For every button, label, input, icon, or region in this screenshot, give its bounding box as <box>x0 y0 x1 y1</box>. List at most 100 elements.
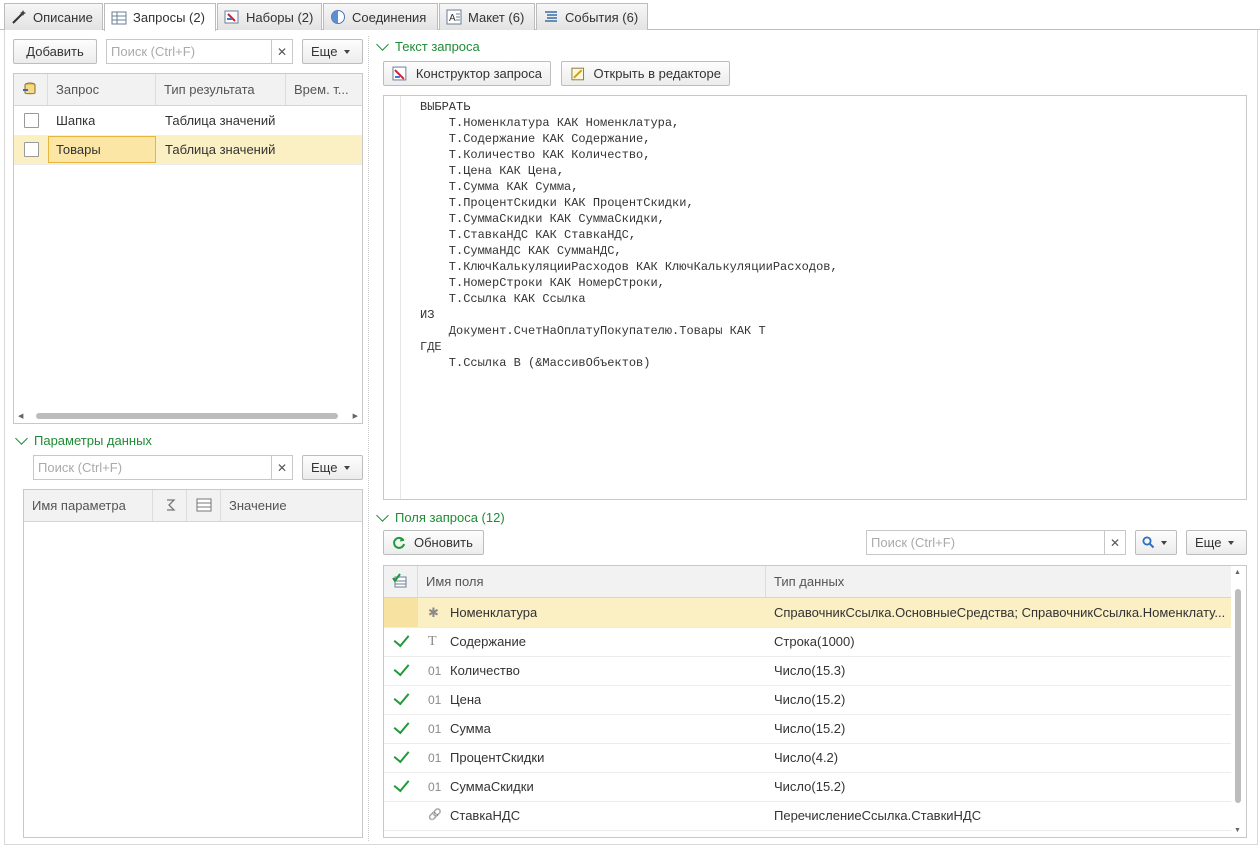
table-row[interactable]: ✱ Номенклатура СправочникСсылка.ОсновныеСр… <box>384 598 1231 628</box>
number-type-icon: 01 <box>428 693 442 707</box>
scrollbar-thumb[interactable] <box>1235 589 1241 803</box>
column-header-param-name[interactable]: Имя параметра <box>24 490 153 521</box>
refresh-icon <box>393 536 405 549</box>
fields-title: Поля запроса (12) <box>395 510 505 525</box>
tab-label: Соединения <box>352 9 427 25</box>
more-label: Еще <box>1195 535 1222 550</box>
query-text-editor[interactable]: ВЫБРАТЬ Т.Номенклатура КАК Номенклатура,… <box>383 95 1247 500</box>
splitter[interactable] <box>368 36 369 841</box>
field-name: ПроцентСкидки <box>450 750 545 765</box>
scroll-up-icon[interactable]: ▲ <box>1234 569 1241 576</box>
params-section-header[interactable]: Параметры данных <box>15 432 152 448</box>
column-header-field-name[interactable]: Имя поля <box>418 566 766 597</box>
column-header-temp-table[interactable]: Врем. т... <box>286 74 362 105</box>
horizontal-scrollbar[interactable]: ◀ ▶ <box>18 411 360 421</box>
params-search-input[interactable]: Поиск (Ctrl+F) <box>33 455 272 480</box>
header-icon-cell <box>14 74 48 105</box>
params-search-clear-button[interactable]: ✕ <box>271 455 293 480</box>
table-header: Имя параметра Значение <box>24 490 362 522</box>
query-search-clear-button[interactable]: ✕ <box>271 39 293 64</box>
table-row[interactable]: 01 СуммаСкидки Число(15.2) <box>384 772 1231 802</box>
table-row[interactable]: 🔗 СтавкаНДС ПеречислениеСсылка.СтавкиНДС <box>384 801 1231 831</box>
star-icon: ✱ <box>428 605 439 620</box>
number-type-icon: 01 <box>428 664 442 678</box>
vertical-scrollbar[interactable]: ▲ ▼ <box>1231 567 1245 836</box>
open-editor-button[interactable]: Открыть в редакторе <box>561 61 730 86</box>
query-code[interactable]: ВЫБРАТЬ Т.Номенклатура КАК Номенклатура,… <box>420 99 838 371</box>
tab-queries[interactable]: Запросы (2) <box>104 3 216 31</box>
chevron-down-icon <box>376 509 389 522</box>
search-options-button[interactable] <box>1135 530 1177 555</box>
table-row[interactable]: 01 Цена Число(15.2) <box>384 685 1231 715</box>
table-row[interactable]: T Содержание Строка(1000) <box>384 627 1231 657</box>
check-icon[interactable] <box>393 688 410 706</box>
number-type-icon: 01 <box>428 780 442 794</box>
row-marker <box>384 598 418 627</box>
column-header-data-type[interactable]: Тип данных <box>766 566 1232 597</box>
query-more-button[interactable]: Еще <box>302 39 363 64</box>
scroll-right-icon[interactable]: ▶ <box>353 412 358 420</box>
table-row[interactable]: Шапка Таблица значений <box>14 106 362 136</box>
query-name: Шапка <box>56 113 96 128</box>
column-header-list[interactable] <box>187 490 221 521</box>
fields-search-clear-button[interactable]: ✕ <box>1104 530 1126 555</box>
query-result-type: Таблица значений <box>165 142 276 157</box>
check-icon[interactable] <box>393 775 410 793</box>
tab-datasets[interactable]: Наборы (2) <box>217 3 322 30</box>
table-row[interactable]: 01 Количество Число(15.3) <box>384 656 1231 686</box>
more-label: Еще <box>311 44 338 59</box>
check-icon[interactable] <box>393 630 410 648</box>
events-icon <box>545 11 557 22</box>
query-search-input[interactable]: Поиск (Ctrl+F) <box>106 39 272 64</box>
query-text-title: Текст запроса <box>395 39 480 54</box>
column-header-result-type[interactable]: Тип результата <box>156 74 286 105</box>
field-data-type: Число(4.2) <box>774 750 839 765</box>
fields-search-input[interactable]: Поиск (Ctrl+F) <box>866 530 1105 555</box>
row-checkbox[interactable] <box>24 142 39 157</box>
scroll-down-icon[interactable]: ▼ <box>1234 827 1241 834</box>
field-name: Сумма <box>450 721 491 736</box>
row-checkbox[interactable] <box>24 113 39 128</box>
add-query-button[interactable]: Добавить <box>13 39 97 64</box>
table-row[interactable]: 01 ПроцентСкидки Число(4.2) <box>384 743 1231 773</box>
scroll-left-icon[interactable]: ◀ <box>18 412 23 420</box>
params-more-button[interactable]: Еще <box>302 455 363 480</box>
fields-more-button[interactable]: Еще <box>1186 530 1247 555</box>
scrollbar-thumb[interactable] <box>36 413 338 419</box>
check-icon[interactable] <box>393 717 410 735</box>
params-title: Параметры данных <box>34 433 152 448</box>
tab-joins[interactable]: Соединения <box>323 3 438 30</box>
database-icon <box>23 82 36 95</box>
table-row-selected[interactable]: Товары Таблица значений <box>14 135 362 165</box>
chevron-down-icon <box>344 49 351 54</box>
tab-label: События (6) <box>565 9 639 25</box>
column-header-expression[interactable] <box>153 490 187 521</box>
half-circle-icon <box>331 10 345 24</box>
chevron-down-icon <box>15 432 28 445</box>
field-name: Номенклатура <box>450 605 538 620</box>
tab-bar: Описание Запросы (2) Наборы (2) Соединен… <box>0 0 1260 31</box>
table-row[interactable]: 01 Сумма Число(15.2) <box>384 714 1231 744</box>
column-header-value[interactable]: Значение <box>221 490 362 521</box>
query-text-section-header[interactable]: Текст запроса <box>376 38 480 54</box>
tab-description[interactable]: Описание <box>4 3 103 30</box>
column-header-query[interactable]: Запрос <box>48 74 156 105</box>
expression-icon <box>166 499 176 511</box>
refresh-button[interactable]: Обновить <box>383 530 484 555</box>
close-icon: ✕ <box>276 460 288 475</box>
fields-section-header[interactable]: Поля запроса (12) <box>376 509 505 525</box>
close-icon: ✕ <box>1109 535 1121 550</box>
check-icon[interactable] <box>393 746 410 764</box>
number-type-icon: 01 <box>428 751 442 765</box>
tab-events[interactable]: События (6) <box>536 3 648 30</box>
field-data-type: Число(15.3) <box>774 663 846 678</box>
field-name: Содержание <box>450 634 526 649</box>
check-icon[interactable] <box>393 659 410 677</box>
tab-layout[interactable]: A Макет (6) <box>439 3 535 30</box>
dataset-icon <box>224 10 239 24</box>
chevron-down-icon <box>1161 540 1167 545</box>
field-data-type: Число(15.2) <box>774 721 846 736</box>
query-constructor-button[interactable]: Конструктор запроса <box>383 61 551 86</box>
field-data-type: СправочникСсылка.ОсновныеСредства; Справ… <box>774 605 1226 620</box>
field-name: СуммаСкидки <box>450 779 534 794</box>
